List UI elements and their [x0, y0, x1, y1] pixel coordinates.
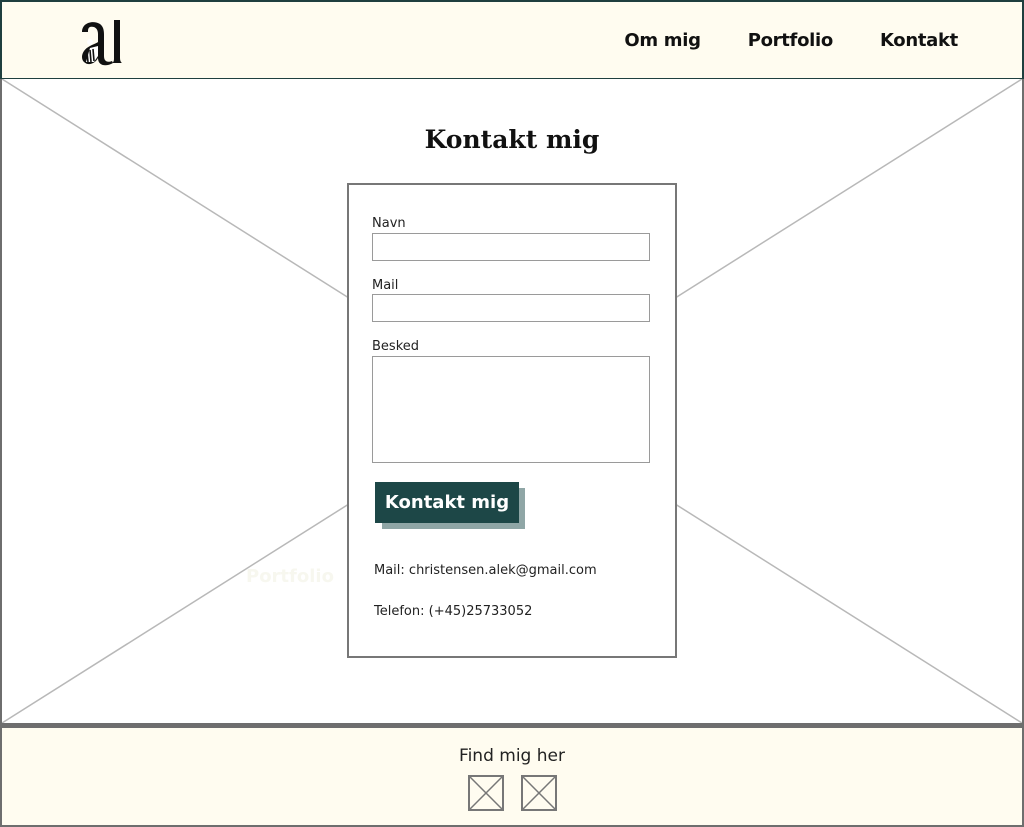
mail-input[interactable] [372, 294, 650, 322]
hero-ghost-text: Portfolio [246, 566, 334, 587]
mail-info: Mail: christensen.alek@gmail.com [374, 563, 597, 578]
main-nav: Om mig Portfolio Kontakt [624, 30, 958, 51]
nav-link-om-mig[interactable]: Om mig [624, 30, 701, 51]
message-textarea[interactable] [372, 356, 650, 463]
logo-icon[interactable] [76, 18, 122, 66]
phone-info: Telefon: (+45)25733052 [374, 604, 533, 619]
name-label: Navn [372, 216, 406, 231]
footer-title: Find mig her [459, 746, 565, 766]
mail-label: Mail [372, 278, 399, 293]
contact-form-card: Navn Mail Besked Kontakt mig Mail: chris… [347, 183, 677, 658]
social-link-1[interactable] [468, 775, 504, 811]
social-link-2[interactable] [521, 775, 557, 811]
site-footer: Find mig her [0, 725, 1024, 827]
nav-link-kontakt[interactable]: Kontakt [880, 30, 958, 51]
nav-link-portfolio[interactable]: Portfolio [748, 30, 834, 51]
image-placeholder-icon [470, 777, 502, 809]
page: Om mig Portfolio Kontakt Portfolio Konta… [0, 0, 1024, 827]
image-placeholder-icon [523, 777, 555, 809]
name-input[interactable] [372, 233, 650, 261]
page-title: Kontakt mig [424, 125, 600, 154]
submit-button[interactable]: Kontakt mig [375, 482, 519, 523]
message-label: Besked [372, 339, 420, 354]
site-header: Om mig Portfolio Kontakt [0, 0, 1024, 80]
